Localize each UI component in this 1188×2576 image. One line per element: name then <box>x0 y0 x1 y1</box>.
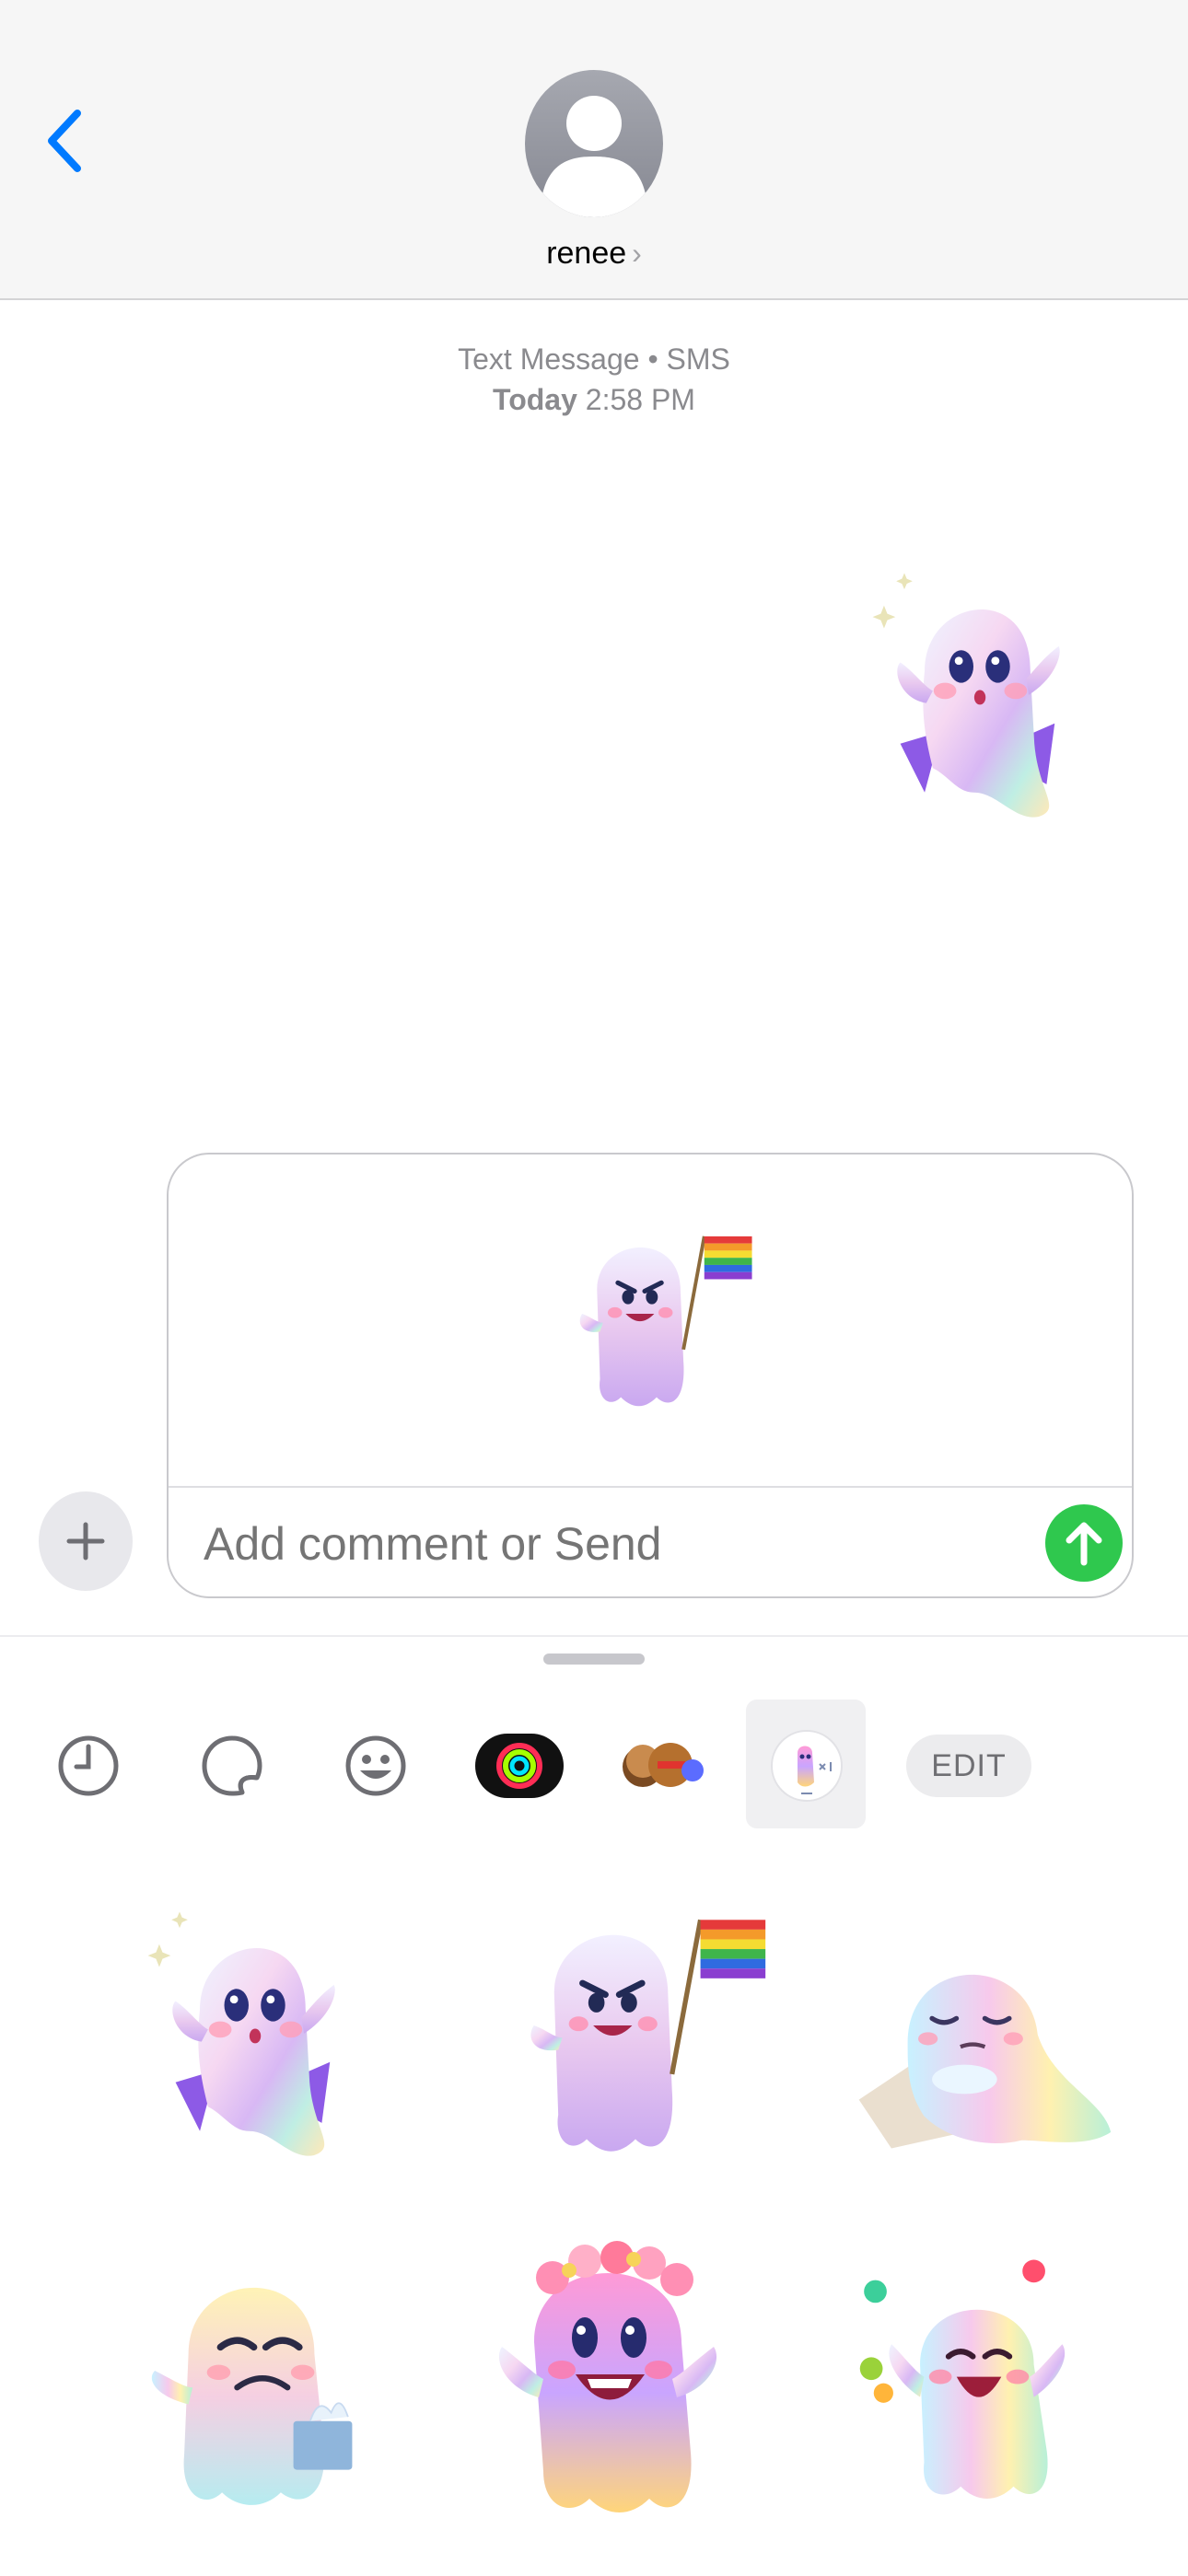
contact-name-button[interactable]: renee › <box>0 236 1188 272</box>
edit-button[interactable]: EDIT <box>906 1735 1031 1797</box>
time-label: 2:58 PM <box>585 383 695 416</box>
sent-sticker-ghost[interactable] <box>849 549 1098 830</box>
plus-icon <box>66 1522 105 1561</box>
ghost-flower-crown-sticker-icon <box>498 2241 717 2512</box>
arrow-up-icon <box>1066 1522 1102 1566</box>
smiley-icon <box>345 1735 406 1796</box>
activity-rings-icon <box>475 1734 564 1798</box>
clock-icon <box>58 1735 119 1796</box>
back-button[interactable] <box>37 99 92 182</box>
chevron-left-icon <box>48 110 81 172</box>
ghost-pride-flag-sticker-icon <box>488 1887 783 2164</box>
person-silhouette-icon <box>542 96 646 217</box>
tab-emoji[interactable] <box>339 1729 413 1803</box>
ghost-pride-flag-sticker-icon <box>555 1199 758 1429</box>
ghost-cape-sticker-icon <box>872 573 1060 818</box>
comment-input[interactable] <box>204 1512 959 1576</box>
sticker-grid-item[interactable] <box>118 2228 385 2518</box>
sticker-grid-item[interactable] <box>460 2213 755 2531</box>
ghost-juggling-sticker-icon <box>831 2243 1107 2519</box>
memoji-icon <box>623 1743 704 1787</box>
tab-recents[interactable] <box>52 1729 125 1803</box>
ghost-sleepy-pillow-sticker-icon <box>829 1897 1133 2173</box>
timestamp: Today 2:58 PM <box>0 379 1188 420</box>
message-meta: Text Message • SMS Today 2:58 PM <box>0 339 1188 420</box>
sticker-peel-icon <box>202 1735 262 1796</box>
tab-activity[interactable] <box>475 1729 564 1803</box>
chevron-right-icon: › <box>632 237 642 270</box>
ghost-pack-icon <box>771 1730 843 1802</box>
ghost-cape-sticker-icon <box>147 1911 335 2156</box>
sticker-grid-item[interactable] <box>488 1887 783 2168</box>
apps-plus-button[interactable] <box>39 1491 133 1591</box>
tab-ghost-pack[interactable] <box>768 1729 845 1803</box>
sticker-grid-item[interactable] <box>829 1897 1133 2177</box>
send-button[interactable] <box>1045 1504 1123 1582</box>
drawer-grabber[interactable] <box>543 1654 645 1665</box>
tab-memoji[interactable] <box>619 1729 707 1803</box>
contact-avatar[interactable] <box>525 70 663 217</box>
compose-card <box>167 1153 1134 1598</box>
attached-sticker[interactable] <box>555 1199 758 1433</box>
day-label: Today <box>493 383 577 416</box>
ghost-sad-tissues-sticker-icon <box>118 2228 385 2513</box>
compose-divider <box>169 1486 1132 1488</box>
sticker-grid-item[interactable] <box>831 2243 1107 2524</box>
tab-stickers[interactable] <box>195 1729 269 1803</box>
service-label: Text Message • SMS <box>458 342 730 376</box>
contact-name: renee <box>546 236 627 271</box>
sticker-grid-item[interactable] <box>101 1887 396 2168</box>
